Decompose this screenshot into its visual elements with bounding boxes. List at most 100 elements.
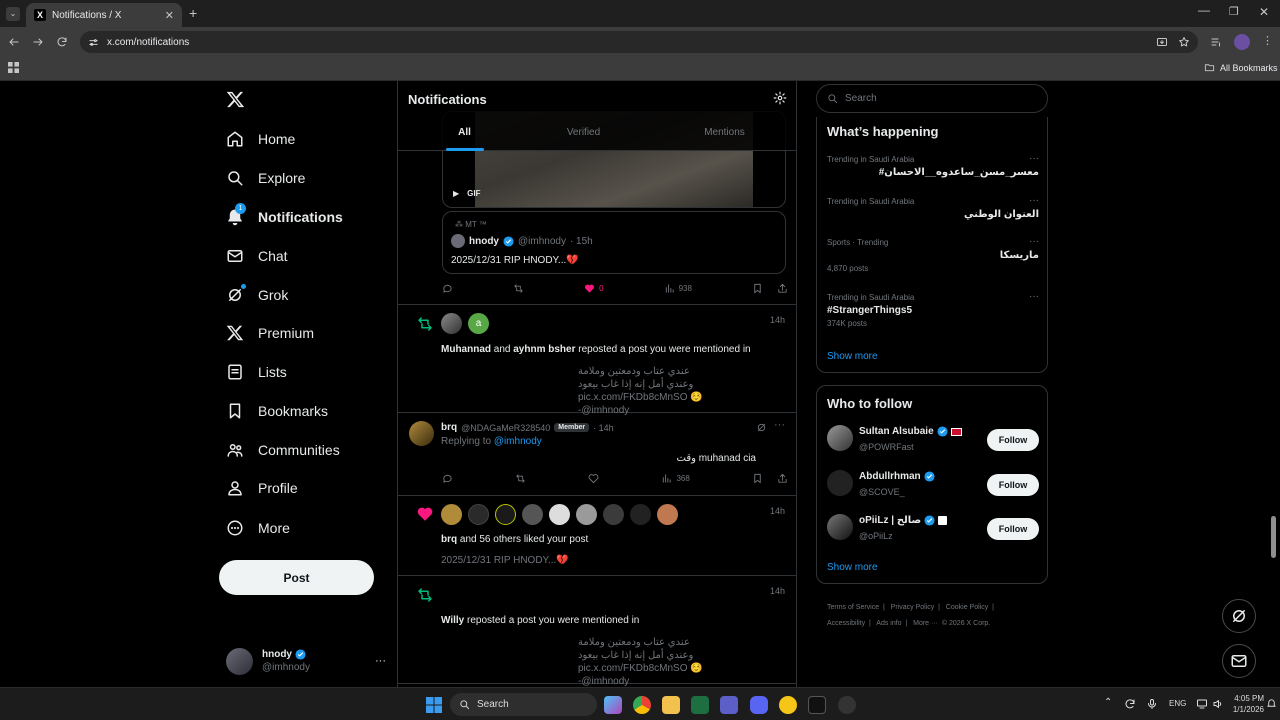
user-avatar[interactable]	[495, 504, 516, 525]
nav-grok[interactable]: Grok	[226, 283, 288, 307]
address-bar[interactable]: x.com/notifications	[80, 31, 1198, 53]
repost-button[interactable]	[513, 283, 524, 294]
show-hidden-icons[interactable]: ⌃	[1104, 697, 1112, 708]
footer-link[interactable]: Ads info	[876, 620, 901, 627]
footer-link[interactable]: Accessibility	[827, 620, 865, 627]
user-avatar[interactable]	[441, 504, 462, 525]
install-app-icon[interactable]	[1156, 36, 1168, 48]
bookmark-icon[interactable]	[752, 473, 763, 484]
nav-profile[interactable]: Profile	[226, 476, 298, 500]
trend-more-icon[interactable]: ···	[1029, 236, 1039, 247]
account-switcher[interactable]: hnody @imhnody ···	[226, 643, 386, 679]
new-tab-icon[interactable]: +	[189, 5, 197, 21]
follow-suggestion[interactable]: Sultan Alsubaie @POWRFast Follow	[827, 424, 1039, 458]
browser-menu-icon[interactable]: ⋮	[1262, 34, 1273, 47]
teams-icon[interactable]	[720, 696, 738, 714]
trend-item[interactable]: Sports · Trending ··· ماريسكا 4,870 post…	[827, 236, 1039, 273]
follow-button[interactable]: Follow	[987, 429, 1039, 451]
follow-button[interactable]: Follow	[987, 518, 1039, 540]
trend-more-icon[interactable]: ···	[1029, 195, 1039, 206]
chrome-icon[interactable]	[633, 696, 651, 714]
volume-icon[interactable]	[1212, 698, 1224, 710]
replying-to-link[interactable]: @imhnody	[494, 436, 542, 447]
window-close-icon[interactable]: ✕	[1259, 5, 1269, 19]
copilot-icon[interactable]	[604, 696, 622, 714]
like-notification[interactable]: 14h brq and 56 others liked your post 20…	[398, 496, 796, 576]
user-name[interactable]: ayhnm bsher	[513, 344, 575, 355]
user-avatar[interactable]	[657, 504, 678, 525]
taskbar-search[interactable]: Search	[450, 693, 597, 716]
reload-icon[interactable]	[56, 36, 68, 48]
close-tab-icon[interactable]: ✕	[165, 9, 174, 22]
user-avatar[interactable]	[549, 504, 570, 525]
views-button[interactable]: 938	[664, 283, 692, 294]
show-more-link[interactable]: Show more	[827, 562, 878, 573]
user-avatar[interactable]	[468, 504, 489, 525]
reply-post[interactable]: brq @NDAGaMeR328540 Member · 14h ··· Rep…	[398, 413, 796, 496]
footer-link[interactable]: Cookie Policy	[946, 604, 988, 611]
user-name[interactable]: brq	[441, 534, 457, 545]
post-button[interactable]: Post	[219, 560, 374, 595]
site-info-icon[interactable]	[88, 37, 99, 48]
nav-bookmarks[interactable]: Bookmarks	[226, 399, 328, 423]
quoted-post[interactable]: ⁂ MT ™ hnody @imhnody · 15h 2025/12/31 R…	[442, 211, 786, 274]
bookmark-icon[interactable]	[752, 283, 763, 294]
follow-suggestion[interactable]: Abdullrhman @SCOVE_ Follow	[827, 469, 1039, 503]
nav-home[interactable]: Home	[226, 127, 295, 151]
messaging-app-icon[interactable]	[779, 696, 797, 714]
settings-gear-icon[interactable]	[773, 91, 787, 105]
nav-lists[interactable]: Lists	[226, 360, 287, 384]
network-icon[interactable]	[1196, 698, 1208, 710]
tab-search-icon[interactable]: ⌄	[6, 7, 20, 21]
nav-chat[interactable]: Chat	[226, 244, 288, 268]
views-button[interactable]: 368	[661, 473, 690, 484]
bookmark-star-icon[interactable]	[1178, 36, 1190, 48]
reply-button[interactable]	[442, 473, 453, 484]
nav-communities[interactable]: Communities	[226, 438, 340, 462]
trend-item[interactable]: Trending in Saudi Arabia ··· العنوان الو…	[827, 195, 1039, 220]
app-icon[interactable]	[838, 696, 856, 714]
app-icon[interactable]	[808, 696, 826, 714]
forward-icon[interactable]	[32, 36, 44, 48]
show-more-link[interactable]: Show more	[827, 351, 878, 362]
microphone-icon[interactable]	[1146, 698, 1158, 710]
messages-fab-button[interactable]	[1222, 644, 1256, 678]
user-avatar[interactable]: a	[468, 313, 489, 334]
trend-more-icon[interactable]: ···	[1029, 153, 1039, 164]
x-logo-icon[interactable]	[226, 90, 245, 109]
footer-link[interactable]: Terms of Service	[827, 604, 879, 611]
discord-icon[interactable]	[750, 696, 768, 714]
footer-link[interactable]: More ···	[913, 620, 938, 627]
language-indicator[interactable]: ENG	[1169, 699, 1186, 708]
follow-suggestion[interactable]: oPiiLz | صالح @oPiiLz Follow	[827, 513, 1039, 547]
trend-more-icon[interactable]: ···	[1029, 291, 1039, 302]
nav-premium[interactable]: Premium	[226, 321, 314, 345]
tab-all[interactable]: All	[398, 127, 531, 151]
all-bookmarks-button[interactable]: All Bookmarks	[1204, 62, 1278, 73]
tab-mentions[interactable]: Mentions	[658, 127, 791, 138]
clock[interactable]: 4:05 PM 1/1/2026	[1228, 693, 1264, 715]
more-options-icon[interactable]: ···	[774, 419, 785, 431]
repost-notification[interactable]: 14h Willy reposted a post you were menti…	[398, 576, 796, 687]
repost-notification[interactable]: a 14h Muhannad and ayhnm bsher reposted …	[398, 305, 796, 416]
user-avatar[interactable]	[522, 504, 543, 525]
trend-item[interactable]: Trending in Saudi Arabia ··· #StrangerTh…	[827, 291, 1039, 328]
windows-start-icon[interactable]	[426, 697, 442, 713]
tab-verified[interactable]: Verified	[517, 127, 650, 138]
browser-tab[interactable]: X Notifications / X ✕	[26, 3, 182, 27]
minimize-icon[interactable]: —	[1198, 3, 1210, 17]
reply-button[interactable]	[442, 283, 453, 294]
user-name[interactable]: Muhannad	[441, 344, 491, 355]
trend-item[interactable]: Trending in Saudi Arabia ··· #معسر_مسن_س…	[827, 153, 1039, 178]
user-avatar[interactable]	[576, 504, 597, 525]
media-control-icon[interactable]	[1210, 36, 1222, 48]
reply-author-avatar[interactable]	[409, 421, 434, 446]
restore-icon[interactable]: ❐	[1229, 5, 1239, 18]
search-input[interactable]: Search	[816, 84, 1048, 113]
share-icon[interactable]	[777, 283, 788, 294]
user-avatar[interactable]	[603, 504, 624, 525]
profile-avatar[interactable]	[1234, 34, 1250, 50]
share-icon[interactable]	[777, 473, 788, 484]
nav-notifications[interactable]: 1 Notifications	[226, 203, 343, 229]
user-avatar[interactable]	[441, 313, 462, 334]
